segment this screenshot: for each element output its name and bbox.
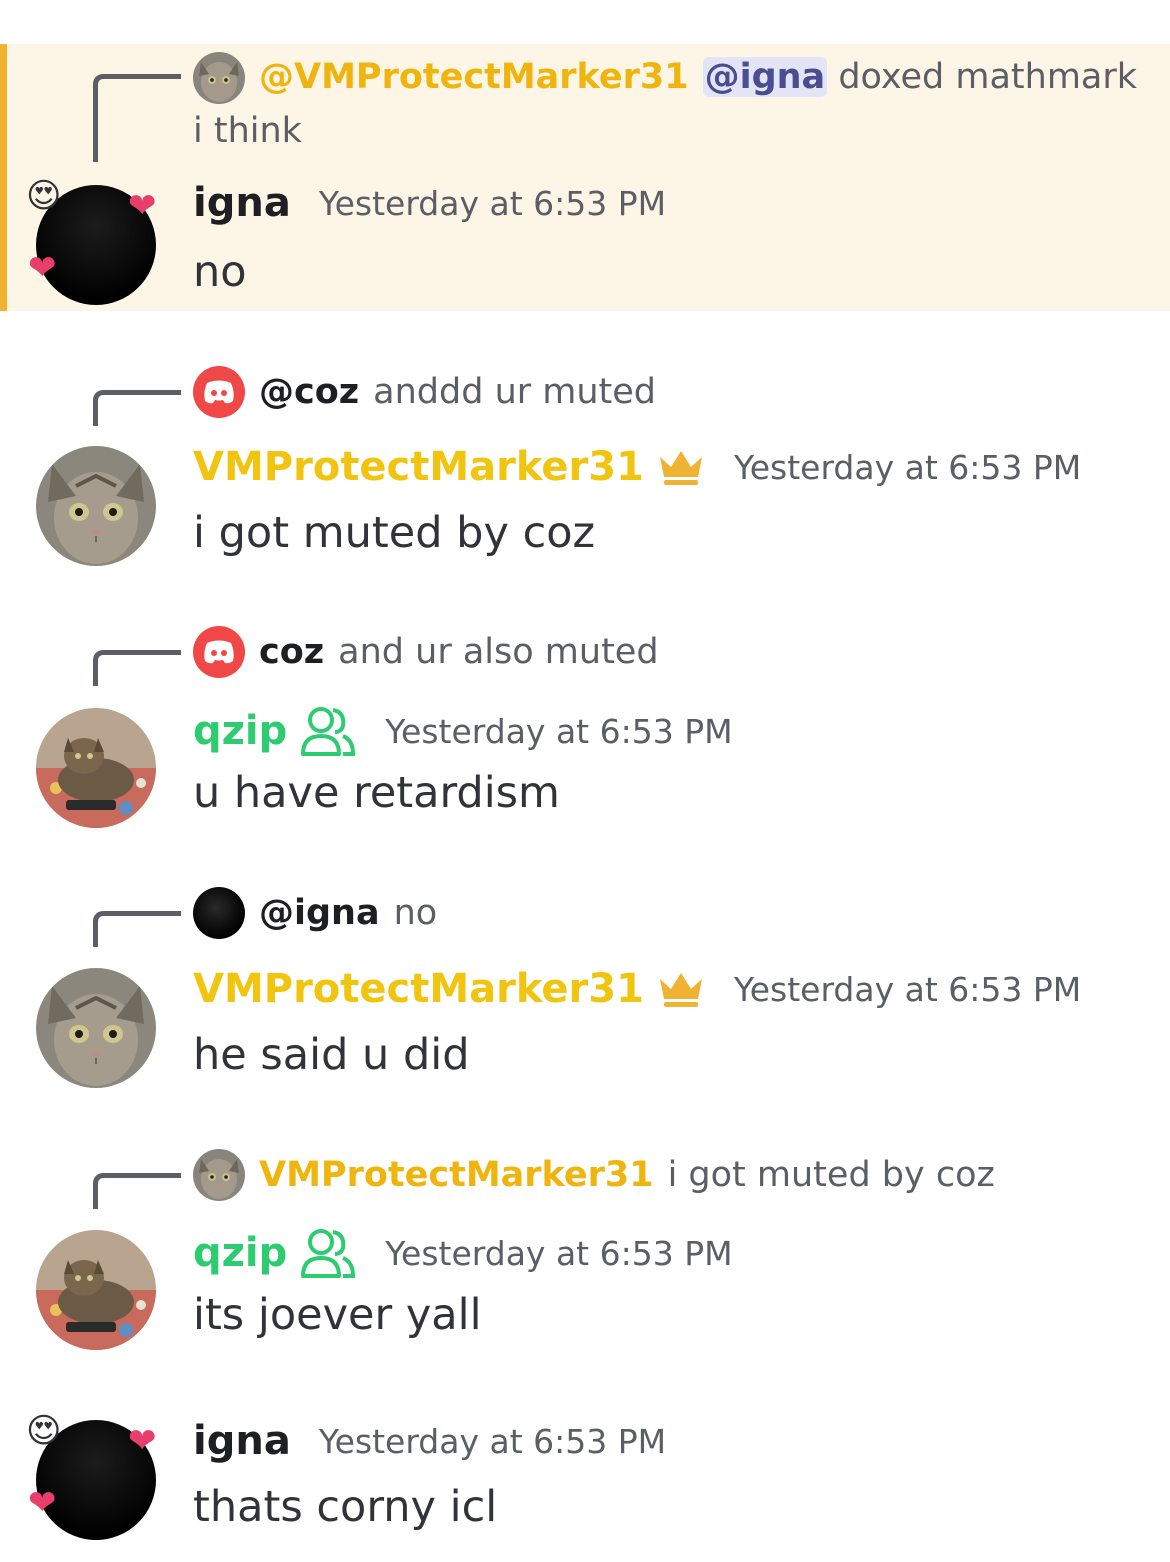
reply-author[interactable]: @igna — [259, 893, 380, 933]
author-name[interactable]: VMProtectMarker31 — [193, 444, 644, 490]
reply-connector — [93, 650, 181, 686]
cat-lying-avatar-icon — [36, 1230, 156, 1350]
heart-eyes-icon: 😍 — [26, 1411, 62, 1451]
heart-icon: ❤ — [28, 1483, 57, 1523]
reply-connector — [93, 1173, 181, 1209]
author-name[interactable]: VMProtectMarker31 — [193, 966, 644, 1012]
message-item[interactable]: @VMProtectMarker31 @igna doxed mathmark i… — [0, 44, 1170, 311]
discord-logo-icon — [193, 626, 245, 678]
members-icon — [299, 1226, 357, 1280]
timestamp: Yesterday at 6:53 PM — [733, 969, 1082, 1009]
heart-icon: ❤ — [128, 186, 157, 226]
reply-text: and ur also muted — [338, 632, 659, 672]
message-item[interactable]: @coz anddd ur muted VMProtectMarker31 Ye… — [0, 360, 1170, 580]
message-content: its joever yall — [193, 1290, 482, 1340]
author-name[interactable]: qzip — [193, 1230, 287, 1276]
author-name[interactable]: igna — [193, 180, 291, 226]
reply-text: anddd ur muted — [373, 372, 657, 412]
timestamp: Yesterday at 6:53 PM — [733, 447, 1082, 487]
members-icon — [299, 704, 357, 758]
message-content: he said u did — [193, 1030, 470, 1080]
timestamp: Yesterday at 6:53 PM — [318, 183, 667, 223]
reply-text: i got muted by coz — [667, 1155, 995, 1195]
reply-text: no — [393, 893, 438, 933]
user-mention[interactable]: @igna — [702, 57, 828, 97]
message-item[interactable]: 😍 ❤ ❤ igna Yesterday at 6:53 PM thats co… — [0, 1408, 1170, 1562]
timestamp: Yesterday at 6:53 PM — [385, 711, 733, 751]
cat-avatar-icon — [36, 968, 156, 1088]
crown-icon — [656, 447, 706, 487]
crown-icon — [656, 969, 706, 1009]
cat-avatar-icon — [36, 446, 156, 566]
reply-author[interactable]: @VMProtectMarker31 — [259, 57, 689, 97]
reply-author[interactable]: @coz — [259, 372, 359, 412]
reply-connector — [93, 390, 181, 426]
message-content: i got muted by coz — [193, 508, 596, 558]
message-header: igna Yesterday at 6:53 PM — [193, 180, 666, 226]
cat-lying-avatar-icon — [36, 708, 156, 828]
user-avatar[interactable]: 😍 ❤ ❤ — [26, 179, 157, 305]
timestamp: Yesterday at 6:53 PM — [385, 1233, 733, 1273]
heart-eyes-icon: 😍 — [26, 176, 62, 216]
message-header: VMProtectMarker31 Yesterday at 6:53 PM — [193, 444, 1081, 490]
message-header: igna Yesterday at 6:53 PM — [193, 1418, 666, 1464]
reply-connector — [93, 74, 181, 162]
cat-avatar-icon — [193, 52, 245, 104]
heart-icon: ❤ — [28, 248, 57, 288]
reply-preview[interactable]: @igna no — [193, 887, 437, 939]
user-avatar[interactable] — [36, 1230, 156, 1350]
message-item[interactable]: @igna no VMProtectMarker31 Yesterday at … — [0, 884, 1170, 1104]
message-header: qzip Yesterday at 6:53 PM — [193, 704, 733, 758]
heart-icon: ❤ — [128, 1421, 157, 1461]
reply-preview[interactable]: @VMProtectMarker31 @igna doxed mathmark i… — [193, 50, 1140, 158]
user-avatar[interactable] — [36, 446, 156, 566]
cat-avatar-icon — [193, 1149, 245, 1201]
author-name[interactable]: igna — [193, 1418, 291, 1464]
reply-preview[interactable]: VMProtectMarker31 i got muted by coz — [193, 1149, 995, 1201]
user-avatar[interactable]: 😍 ❤ ❤ — [26, 1414, 157, 1540]
user-avatar[interactable] — [36, 968, 156, 1088]
message-header: VMProtectMarker31 Yesterday at 6:53 PM — [193, 966, 1081, 1012]
timestamp: Yesterday at 6:53 PM — [318, 1421, 667, 1461]
discord-logo-icon — [193, 366, 245, 418]
reply-author[interactable]: coz — [259, 632, 324, 672]
message-item[interactable]: VMProtectMarker31 i got muted by coz qzi… — [0, 1146, 1170, 1366]
message-content: no — [193, 247, 247, 297]
message-content: u have retardism — [193, 768, 560, 818]
message-header: qzip Yesterday at 6:53 PM — [193, 1226, 733, 1280]
reply-preview[interactable]: @coz anddd ur muted — [193, 366, 656, 418]
reply-connector — [93, 911, 181, 947]
black-avatar-icon — [193, 887, 245, 939]
reply-preview[interactable]: coz and ur also muted — [193, 626, 659, 678]
author-name[interactable]: qzip — [193, 708, 287, 754]
message-item[interactable]: coz and ur also muted qzip Yesterday at … — [0, 622, 1170, 842]
message-content: thats corny icl — [193, 1482, 498, 1532]
user-avatar[interactable] — [36, 708, 156, 828]
reply-author[interactable]: VMProtectMarker31 — [259, 1155, 654, 1195]
